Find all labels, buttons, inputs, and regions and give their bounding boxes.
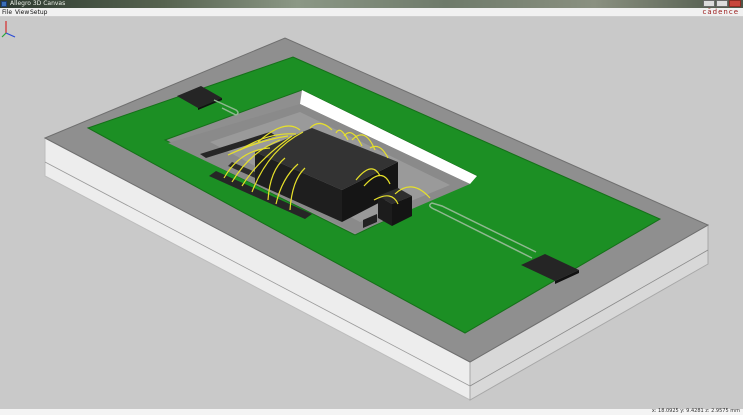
cadence-logo: cādence <box>702 8 739 16</box>
menu-file[interactable]: File <box>2 8 12 17</box>
3d-viewport[interactable] <box>0 17 743 410</box>
axis-triad-icon <box>1 21 16 38</box>
menu-bar: File View Setup cādence <box>0 8 743 17</box>
maximize-icon[interactable] <box>716 0 728 7</box>
window-title: Allegro 3D Canvas <box>10 0 66 7</box>
window-controls <box>703 0 741 8</box>
coordinate-readout: x: 18.0925 y: 9.4281 z: 2.9575 mm <box>651 408 740 414</box>
menu-view[interactable]: View <box>15 8 29 17</box>
title-bar: Allegro 3D Canvas <box>0 0 743 8</box>
menu-setup[interactable]: Setup <box>30 8 47 17</box>
minimize-icon[interactable] <box>703 0 715 7</box>
close-icon[interactable] <box>729 0 741 7</box>
app-icon <box>1 1 7 7</box>
status-bar: x: 18.0925 y: 9.4281 z: 2.9575 mm <box>0 408 743 415</box>
package-model <box>43 37 710 401</box>
